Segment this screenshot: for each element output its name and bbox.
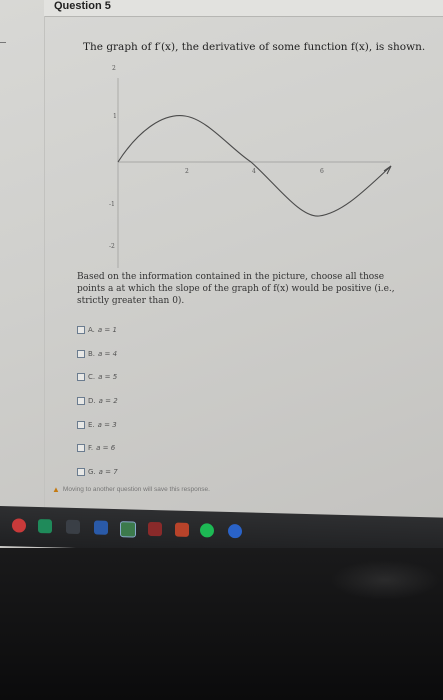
- choice-expression: a = 4: [98, 349, 118, 358]
- app-spotify-icon[interactable]: [200, 523, 214, 538]
- windows-icon[interactable]: [12, 518, 26, 533]
- choice-expression: a = 7: [98, 467, 118, 476]
- choice-letter: D.: [88, 396, 96, 405]
- choice-d[interactable]: D. a = 2: [77, 389, 277, 413]
- app-photos-icon[interactable]: [120, 521, 136, 538]
- choice-letter: F.: [88, 444, 94, 453]
- choice-c[interactable]: C. a = 5: [77, 365, 277, 389]
- warning-icon: ▲: [52, 485, 60, 494]
- question-prompt: The graph of f′(x), the derivative of so…: [83, 41, 426, 53]
- choice-expression: a = 2: [98, 396, 118, 405]
- y-tick-neg2: -2: [109, 243, 115, 250]
- choice-expression: a = 5: [98, 373, 118, 382]
- choice-g[interactable]: G. a = 7: [77, 460, 277, 484]
- checkbox[interactable]: [77, 396, 85, 405]
- warning-text: Moving to another question will save thi…: [62, 486, 210, 493]
- x-tick-6: 6: [320, 168, 324, 175]
- bezel-reflection: [330, 560, 440, 600]
- checkbox[interactable]: [77, 325, 85, 334]
- y-tick-neg1: -1: [109, 201, 115, 208]
- checkbox[interactable]: [77, 420, 85, 429]
- x-tick-4: 4: [252, 168, 256, 175]
- choice-letter: E.: [88, 420, 95, 429]
- choice-b[interactable]: B. a = 4: [77, 342, 277, 366]
- monitor-screen: Question 5 The graph of f′(x), the deriv…: [0, 0, 443, 548]
- app-file-icon[interactable]: [175, 522, 189, 537]
- window-edge: [0, 42, 6, 43]
- checkbox[interactable]: [77, 467, 85, 476]
- choice-letter: C.: [88, 373, 96, 382]
- checkbox[interactable]: [77, 444, 85, 453]
- y-tick-1: 1: [113, 113, 117, 120]
- derivative-graph: 2 1 -1 -2 2 4 6: [105, 58, 405, 278]
- choice-letter: G.: [88, 467, 96, 476]
- app-dark-icon[interactable]: [66, 519, 80, 535]
- derivative-curve: [117, 115, 391, 217]
- y-tick-2: 2: [112, 65, 116, 72]
- question-header: Question 5: [44, 0, 443, 17]
- app-green-icon[interactable]: [38, 518, 52, 534]
- app-blue-icon[interactable]: [228, 523, 242, 539]
- save-warning: ▲ Moving to another question will save t…: [52, 485, 352, 494]
- question-content: The graph of f′(x), the derivative of so…: [44, 16, 443, 534]
- app-word-icon[interactable]: [94, 520, 108, 535]
- choice-expression: a = 1: [97, 325, 117, 334]
- choice-expression: a = 6: [96, 444, 116, 453]
- choice-expression: a = 3: [97, 420, 117, 429]
- question-instructions: Based on the information contained in th…: [77, 272, 395, 306]
- x-tick-2: 2: [185, 168, 189, 175]
- choice-letter: A.: [88, 325, 95, 334]
- choice-letter: B.: [88, 349, 96, 358]
- graph-svg: 2 1 -1 -2 2 4 6: [109, 65, 392, 268]
- checkbox[interactable]: [77, 373, 85, 382]
- app-red-icon[interactable]: [148, 521, 162, 537]
- checkbox[interactable]: [77, 349, 85, 358]
- question-title: Question 5: [54, 0, 111, 12]
- choice-a[interactable]: A. a = 1: [77, 318, 277, 342]
- choice-e[interactable]: E. a = 3: [77, 413, 277, 437]
- choices-list: A. a = 1 B. a = 4 C. a = 5 D. a = 2 E. a…: [77, 318, 277, 484]
- choice-f[interactable]: F. a = 6: [77, 436, 277, 460]
